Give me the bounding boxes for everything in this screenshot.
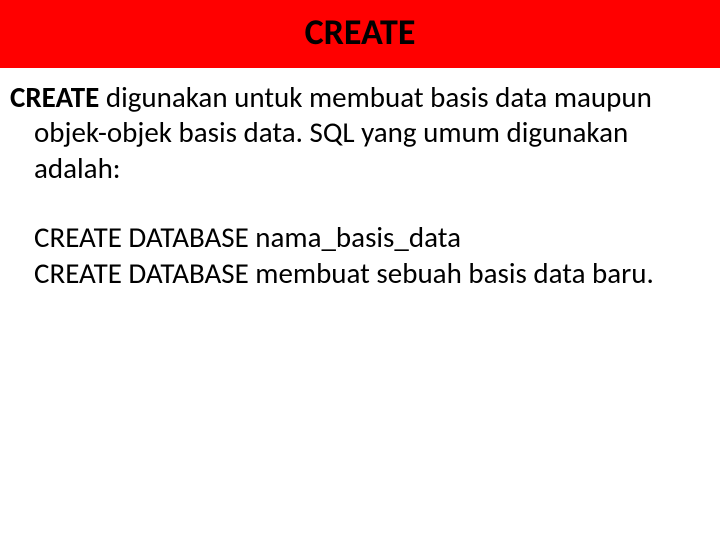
code-line-1: CREATE DATABASE nama_basis_data [34,220,692,255]
paragraph-1-text: digunakan untuk membuat basis data maupu… [34,79,652,186]
paragraph-2: CREATE DATABASE nama_basis_data CREATE D… [10,220,692,291]
code-line-2: CREATE DATABASE membuat sebuah basis dat… [34,256,692,291]
slide-body: CREATE digunakan untuk membuat basis dat… [0,68,720,291]
slide-title: CREATE [0,10,720,54]
keyword-create: CREATE [10,79,99,115]
slide-header: CREATE [0,0,720,68]
paragraph-1: CREATE digunakan untuk membuat basis dat… [10,80,692,186]
